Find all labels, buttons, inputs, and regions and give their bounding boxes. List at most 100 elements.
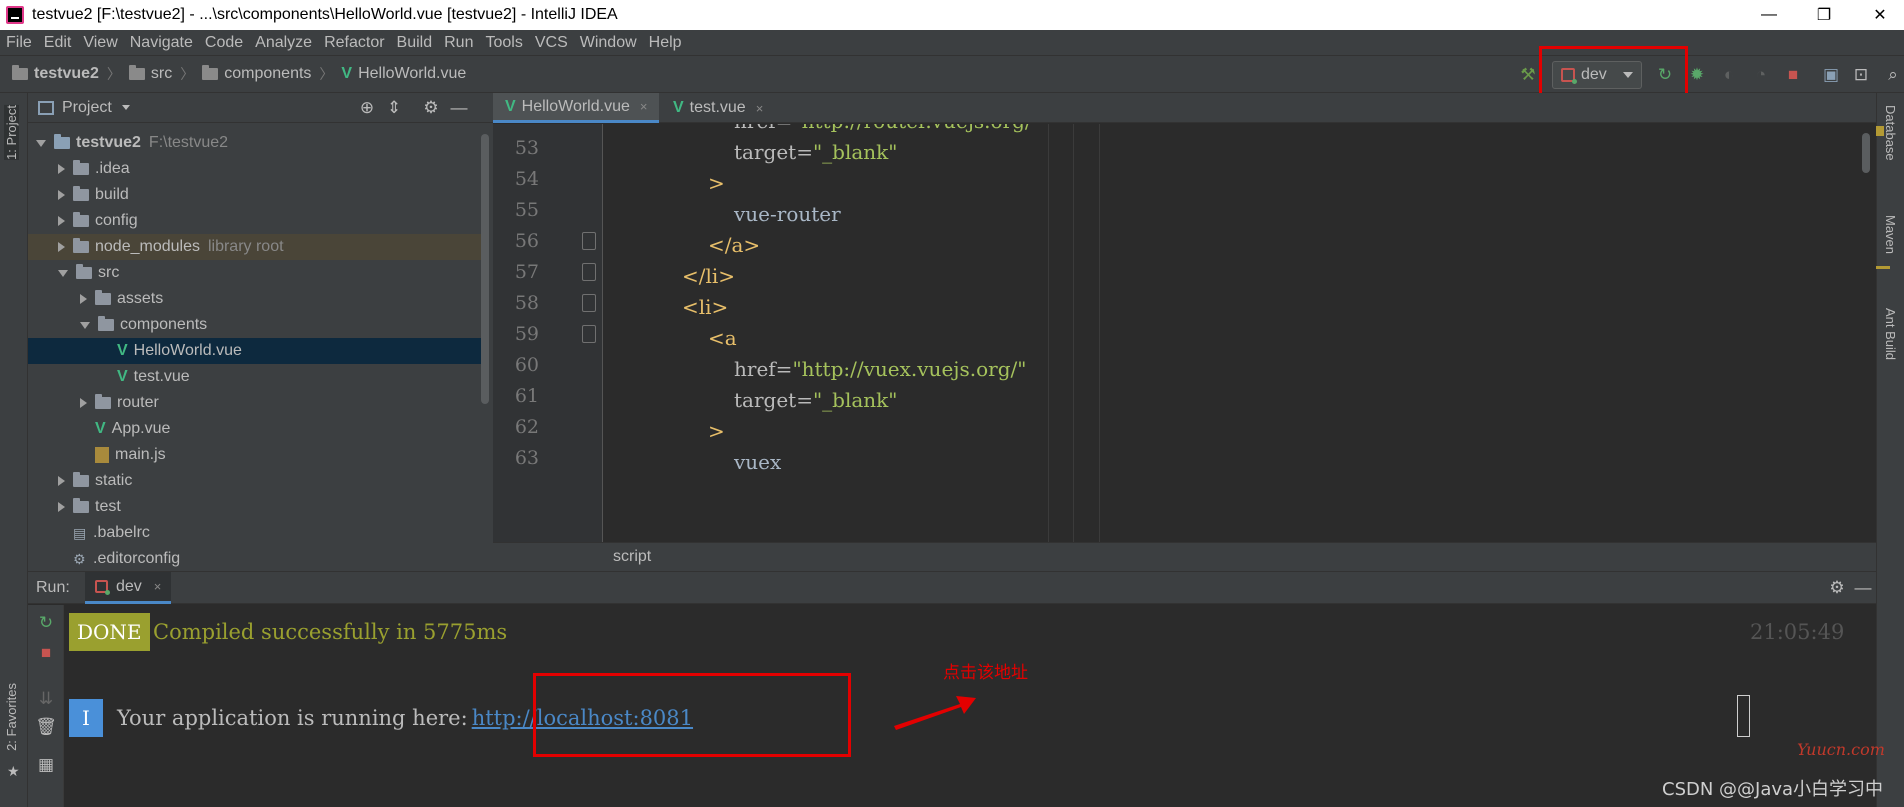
annotation-text: 点击该地址 <box>943 663 1028 683</box>
fold-marker-icon[interactable] <box>582 294 596 312</box>
expand-arrow-icon[interactable] <box>36 139 46 147</box>
folder-icon <box>128 65 145 80</box>
tree-item-components[interactable]: components <box>28 312 483 338</box>
menu-help[interactable]: Help <box>649 34 682 52</box>
gear-icon[interactable]: ⚙ <box>418 93 444 123</box>
menu-navigate[interactable]: Navigate <box>130 34 193 52</box>
close-icon[interactable]: × <box>154 579 162 594</box>
close-window-button[interactable]: ✕ <box>1856 0 1904 30</box>
tree-item-helloworld-vue[interactable]: V HelloWorld.vue <box>28 338 483 364</box>
tree-item-test[interactable]: test <box>28 494 483 520</box>
favorites-tool-tab[interactable]: 2: Favorites <box>4 683 19 751</box>
menu-edit[interactable]: Edit <box>44 34 72 52</box>
project-structure-icon[interactable]: ▣ <box>1818 56 1844 94</box>
collapse-all-icon[interactable]: ⇕ <box>381 93 407 123</box>
project-folder-icon <box>12 65 28 80</box>
tree-item-node-modules[interactable]: node_modules library root <box>28 234 483 260</box>
minimize-button[interactable]: — <box>1745 0 1793 30</box>
tree-item-label: test <box>95 498 121 515</box>
expand-arrow-icon[interactable] <box>58 242 65 252</box>
tree-item-idea[interactable]: .idea <box>28 156 483 182</box>
tree-item-config[interactable]: config <box>28 208 483 234</box>
stop-icon[interactable]: ■ <box>1780 56 1806 94</box>
layout-grid-icon[interactable]: ▦ <box>28 751 64 779</box>
run-tab-dev[interactable]: dev × <box>85 572 172 604</box>
tree-item-static[interactable]: static <box>28 468 483 494</box>
breadcrumb-project[interactable]: testvue2 <box>34 65 99 83</box>
tree-item-editorconfig[interactable]: ⚙ .editorconfig <box>28 546 483 571</box>
breadcrumb-file[interactable]: HelloWorld.vue <box>358 65 466 83</box>
tree-item-babelrc[interactable]: ▤ .babelrc <box>28 520 483 546</box>
project-tool-tab[interactable]: 1: Project <box>4 105 19 160</box>
hide-panel-icon[interactable]: — <box>446 93 472 123</box>
project-folder-icon <box>54 134 70 149</box>
menu-window[interactable]: Window <box>580 34 637 52</box>
close-icon[interactable]: × <box>756 101 764 116</box>
expand-arrow-icon[interactable] <box>58 190 65 200</box>
menu-tools[interactable]: Tools <box>485 34 522 52</box>
hide-panel-icon[interactable]: — <box>1850 572 1876 604</box>
menu-vcs[interactable]: VCS <box>535 34 568 52</box>
menu-file[interactable]: File <box>6 34 32 52</box>
ant-build-tool-tab[interactable]: Ant Build <box>1883 308 1898 360</box>
tree-item-test-vue[interactable]: V test.vue <box>28 364 483 390</box>
expand-arrow-icon[interactable] <box>58 164 65 174</box>
terminal-icon[interactable]: ⊡ <box>1848 56 1874 94</box>
fold-marker-icon[interactable] <box>582 232 596 250</box>
run-tab-label: dev <box>116 577 142 595</box>
expand-arrow-icon[interactable] <box>80 321 90 329</box>
breadcrumb-src[interactable]: src <box>151 65 172 83</box>
tree-scrollbar[interactable] <box>481 134 489 404</box>
tree-item-testvue2[interactable]: testvue2 F:\testvue2 <box>28 130 483 156</box>
tab-helloworld-vue[interactable]: V HelloWorld.vue × <box>493 93 660 123</box>
fold-marker-icon[interactable] <box>582 325 596 343</box>
close-icon[interactable]: × <box>640 99 648 114</box>
database-tool-tab[interactable]: Database <box>1883 105 1898 161</box>
expand-arrow-icon[interactable] <box>58 216 65 226</box>
clear-trash-icon[interactable]: 🗑 <box>28 713 64 741</box>
expand-arrow-icon[interactable] <box>58 502 65 512</box>
code-line: vuex <box>734 450 782 474</box>
tree-item-app-vue[interactable]: V App.vue <box>28 416 483 442</box>
menu-analyze[interactable]: Analyze <box>255 34 312 52</box>
menu-view[interactable]: View <box>83 34 117 52</box>
editor-scrollbar[interactable] <box>1862 133 1870 173</box>
project-panel-title[interactable]: Project <box>62 99 112 117</box>
expand-arrow-icon[interactable] <box>80 294 87 304</box>
vue-file-icon: V <box>117 368 128 385</box>
expand-arrow-icon[interactable] <box>58 269 68 277</box>
profile-icon[interactable]: ◔ <box>1748 56 1774 94</box>
gear-icon[interactable]: ⚙ <box>1824 572 1850 604</box>
maven-tool-tab[interactable]: Maven <box>1883 215 1898 254</box>
error-stripe-marker[interactable] <box>1876 266 1890 269</box>
run-with-coverage-icon[interactable]: ◐ <box>1716 56 1742 94</box>
chevron-down-icon[interactable] <box>121 105 130 110</box>
build-hammer-icon[interactable]: ⚒ <box>1515 56 1541 94</box>
menu-run[interactable]: Run <box>444 34 473 52</box>
tree-item-src[interactable]: src <box>28 260 483 286</box>
expand-arrow-icon[interactable] <box>80 398 87 408</box>
tree-item-label: build <box>95 186 129 203</box>
folder-icon <box>202 65 219 80</box>
tree-item-main-js[interactable]: main.js <box>28 442 483 468</box>
code-editor[interactable]: href="http://router.vuejs.org/" target="… <box>604 124 1864 542</box>
menu-code[interactable]: Code <box>205 34 243 52</box>
menu-build[interactable]: Build <box>397 34 433 52</box>
annotation-arrow-icon <box>894 696 976 730</box>
menu-refactor[interactable]: Refactor <box>324 34 384 52</box>
locate-file-icon[interactable]: ⊕ <box>354 93 380 123</box>
scroll-to-end-icon[interactable]: ⇊ <box>28 685 64 713</box>
stop-icon[interactable]: ■ <box>28 639 64 667</box>
rerun-icon[interactable]: ↻ <box>28 609 64 637</box>
tab-test-vue[interactable]: V test.vue × <box>661 93 775 123</box>
maximize-button[interactable]: ❐ <box>1800 0 1848 30</box>
warning-marker[interactable] <box>1876 126 1884 136</box>
tree-item-assets[interactable]: assets <box>28 286 483 312</box>
expand-arrow-icon[interactable] <box>58 476 65 486</box>
context-label[interactable]: script <box>613 548 651 566</box>
tree-item-router[interactable]: router <box>28 390 483 416</box>
breadcrumb-components[interactable]: components <box>224 65 311 83</box>
tree-item-build[interactable]: build <box>28 182 483 208</box>
search-icon[interactable]: ⌕ <box>1880 56 1904 94</box>
fold-marker-icon[interactable] <box>582 263 596 281</box>
